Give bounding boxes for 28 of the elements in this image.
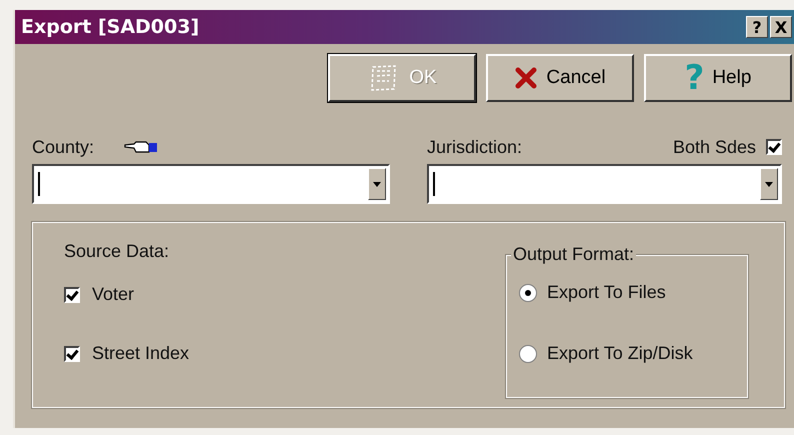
checkbox[interactable] [64, 286, 80, 302]
field-label: Jurisdiction: [427, 136, 522, 158]
checkbox[interactable] [64, 346, 80, 362]
jurisdiction-dropdown[interactable] [427, 164, 782, 204]
checkbox-label: Street Index [92, 343, 190, 364]
radio-button[interactable] [519, 284, 537, 302]
dropdown-button[interactable] [760, 168, 778, 200]
radio-label: Export To Files [547, 282, 666, 303]
checkbox-label: Voter [92, 284, 134, 305]
window-title: Export [SAD003] [21, 16, 200, 38]
pointing-hand-icon [124, 140, 158, 154]
radio-button[interactable] [519, 344, 537, 362]
help-button[interactable]: ? Help [644, 54, 792, 102]
close-button[interactable]: X [770, 16, 792, 38]
field-label: County: [32, 136, 94, 158]
section-label: Source Data: [64, 241, 170, 262]
question-mark-icon: ? [684, 61, 704, 95]
checkbox-label: Both Sdes [672, 136, 756, 158]
x-mark-icon [514, 66, 538, 90]
group-label: Output Format: [511, 244, 636, 265]
dropdown-arrow-icon [765, 182, 773, 186]
dropdown-arrow-icon [373, 182, 381, 186]
radio-label: Export To Zip/Disk [547, 343, 693, 364]
dropdown-button[interactable] [368, 168, 386, 200]
help-button[interactable]: ? [746, 16, 768, 38]
county-dropdown[interactable] [32, 164, 390, 204]
checkbox[interactable] [766, 139, 782, 155]
cancel-button[interactable]: Cancel [486, 54, 634, 102]
